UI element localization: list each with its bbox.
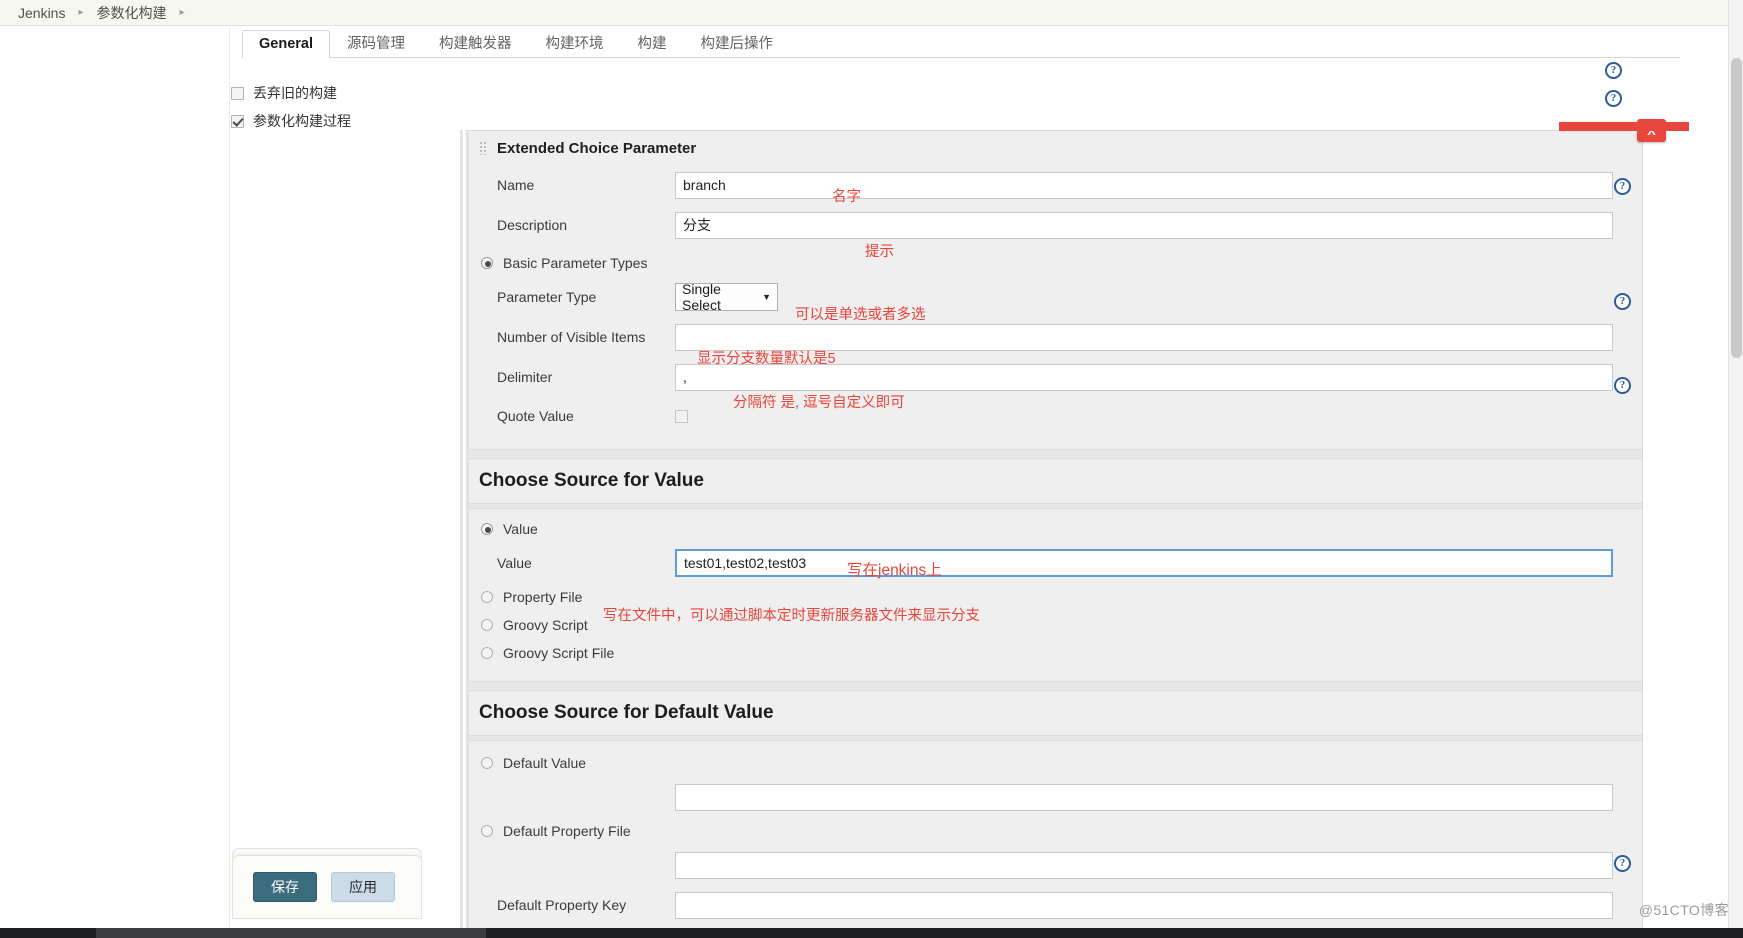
- section-divider-value: [469, 449, 1642, 459]
- name-input[interactable]: [675, 171, 1613, 199]
- source-value-radio[interactable]: [481, 523, 493, 535]
- visible-items-input[interactable]: [675, 323, 1613, 351]
- source-value-label: Value: [503, 521, 538, 537]
- discard-old-builds-label: 丢弃旧的构建: [253, 85, 337, 101]
- visible-items-label: Number of Visible Items: [497, 329, 646, 345]
- delimiter-label: Delimiter: [497, 369, 553, 385]
- field-row-visible-items: Number of Visible Items: [469, 317, 1642, 357]
- help-icon-default-property-file[interactable]: ?: [1614, 855, 1631, 872]
- default-property-file-label: Default Property File: [503, 823, 631, 839]
- tab-build[interactable]: 构建: [621, 30, 684, 59]
- tab-general[interactable]: General: [242, 29, 330, 58]
- parameter-type-label: Parameter Type: [497, 289, 597, 305]
- section-divider-value-2: [469, 503, 1642, 509]
- parameter-type-select[interactable]: Single Select ▼: [675, 281, 778, 313]
- default-value-radio[interactable]: [481, 757, 493, 769]
- quote-value-label: Quote Value: [497, 408, 574, 424]
- quote-value-checkbox[interactable]: [675, 409, 688, 423]
- radio-row-groovy-script[interactable]: Groovy Script: [469, 611, 1642, 639]
- source-for-value-heading: Choose Source for Value: [469, 459, 1642, 503]
- basic-parameter-types-label: Basic Parameter Types: [503, 255, 648, 271]
- help-icon-delimiter[interactable]: ?: [1614, 377, 1631, 394]
- help-icon-discard-old-builds[interactable]: ?: [1605, 62, 1622, 79]
- browser-bottom-accent: [96, 928, 486, 938]
- description-label: Description: [497, 217, 568, 233]
- source-property-file-label: Property File: [503, 589, 583, 605]
- discard-old-builds-checkbox[interactable]: [231, 86, 244, 100]
- field-row-parameter-type: Parameter Type Single Select ▼: [469, 277, 1642, 317]
- extended-choice-parameter-panel: X Extended Choice Parameter Name Descrip…: [466, 119, 1666, 938]
- parameterized-build-checkbox[interactable]: [231, 114, 244, 128]
- section-divider-default: [469, 681, 1642, 691]
- radio-row-groovy-script-file[interactable]: Groovy Script File: [469, 639, 1642, 667]
- default-value-input[interactable]: [675, 783, 1613, 811]
- value-label: Value: [497, 555, 532, 571]
- default-property-file-input[interactable]: [675, 851, 1613, 879]
- source-groovy-script-label: Groovy Script: [503, 617, 588, 633]
- field-row-description: Description: [469, 205, 1642, 245]
- vertical-scrollbar-thumb[interactable]: [1731, 58, 1742, 358]
- radio-row-default-property-file[interactable]: Default Property File: [469, 817, 1642, 845]
- default-value-label: Default Value: [503, 755, 587, 771]
- source-for-default-value-heading: Choose Source for Default Value: [469, 691, 1642, 735]
- field-row-default-value: [469, 777, 1642, 817]
- config-tabbar: General 源码管理 构建触发器 构建环境 构建 构建后操作: [242, 28, 1680, 58]
- source-groovy-script-file-radio[interactable]: [481, 647, 493, 659]
- source-property-file-radio[interactable]: [481, 591, 493, 603]
- breadcrumb-separator-icon: ▸: [78, 7, 84, 18]
- field-row-delimiter: Delimiter: [469, 357, 1642, 397]
- parameterized-build-label: 参数化构建过程: [253, 113, 351, 129]
- delimiter-input[interactable]: [675, 363, 1613, 391]
- watermark: @51CTO博客: [1638, 902, 1729, 918]
- default-property-key-input[interactable]: [675, 891, 1613, 919]
- field-row-default-property-key: Default Property Key: [469, 885, 1642, 925]
- sidebar-pane: [0, 27, 230, 938]
- tab-post-build[interactable]: 构建后操作: [684, 30, 791, 59]
- basic-parameter-types-radio[interactable]: [481, 257, 493, 269]
- radio-row-default-value[interactable]: Default Value: [469, 749, 1642, 777]
- field-row-name: Name: [469, 165, 1642, 205]
- field-row-value: Value: [469, 543, 1642, 583]
- drag-grip-icon[interactable]: [479, 141, 488, 155]
- section-divider-default-2: [469, 735, 1642, 741]
- checkbox-row-discard-old-builds[interactable]: 丢弃旧的构建: [231, 83, 337, 103]
- field-row-quote-value: Quote Value: [469, 397, 1642, 435]
- name-label: Name: [497, 177, 535, 193]
- save-button[interactable]: 保存: [253, 872, 317, 902]
- tab-scm[interactable]: 源码管理: [330, 30, 422, 59]
- breadcrumb-item-job[interactable]: 参数化构建: [97, 3, 167, 23]
- radio-row-basic-parameter-types[interactable]: Basic Parameter Types: [469, 249, 1642, 277]
- description-input[interactable]: [675, 211, 1613, 239]
- chevron-down-icon: ▼: [762, 292, 771, 302]
- save-bar: 保存 应用: [232, 855, 422, 919]
- field-row-default-property-file: [469, 845, 1642, 885]
- app-root: Jenkins ▸ 参数化构建 ▸ General 源码管理 构建触发器 构建环…: [0, 0, 1743, 938]
- tab-build-triggers[interactable]: 构建触发器: [422, 30, 529, 59]
- value-input[interactable]: [675, 549, 1613, 577]
- parameter-type-value: Single Select: [682, 281, 721, 313]
- breadcrumb-item-jenkins[interactable]: Jenkins: [18, 5, 65, 21]
- source-groovy-script-file-label: Groovy Script File: [503, 645, 615, 661]
- browser-bottom-strip: [0, 928, 1743, 938]
- checkbox-row-parameterized-build[interactable]: 参数化构建过程: [231, 111, 351, 131]
- source-groovy-script-radio[interactable]: [481, 619, 493, 631]
- help-icon-parameterized-build[interactable]: ?: [1605, 90, 1622, 107]
- breadcrumb: Jenkins ▸ 参数化构建 ▸: [0, 0, 1743, 26]
- radio-row-property-file[interactable]: Property File: [469, 583, 1642, 611]
- help-icon-name[interactable]: ?: [1614, 178, 1631, 195]
- help-icon-parameter-type[interactable]: ?: [1614, 293, 1631, 310]
- default-property-key-label: Default Property Key: [497, 897, 627, 913]
- apply-button[interactable]: 应用: [331, 872, 395, 902]
- tab-build-environment[interactable]: 构建环境: [529, 30, 621, 59]
- breadcrumb-separator-icon-2: ▸: [179, 7, 185, 18]
- parameter-panel-title: Extended Choice Parameter: [497, 139, 697, 157]
- parameter-panel-body: Name Description Basic Parameter Types P…: [469, 165, 1642, 938]
- panel-left-rail: [460, 130, 463, 938]
- scrollbar-marker: [1559, 122, 1689, 131]
- radio-row-value[interactable]: Value: [469, 515, 1642, 543]
- vertical-scrollbar[interactable]: [1559, 0, 1743, 928]
- default-property-file-radio[interactable]: [481, 825, 493, 837]
- parameter-panel-header: Extended Choice Parameter: [469, 131, 1642, 165]
